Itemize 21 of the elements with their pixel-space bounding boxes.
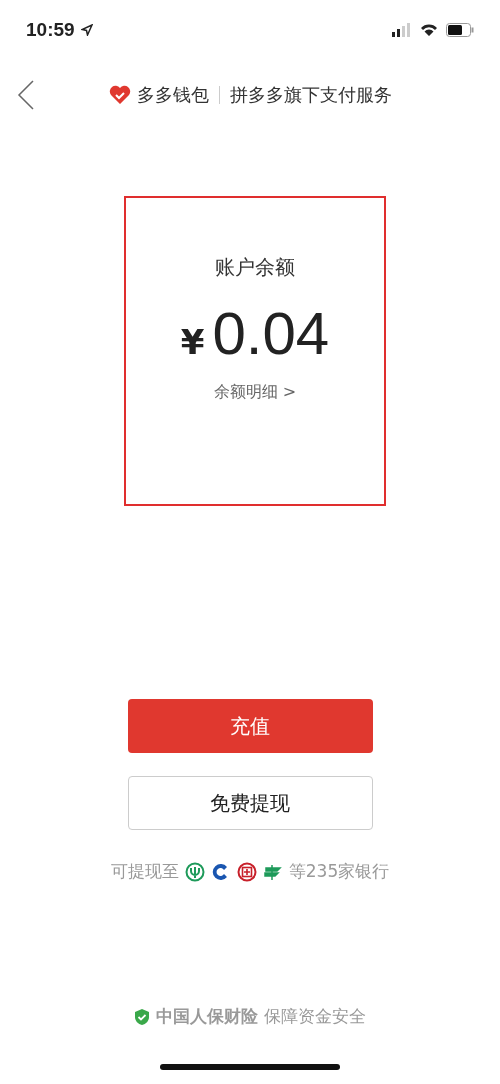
withdraw-note: 可提现至 — [110, 860, 179, 883]
status-time: 10:59 — [26, 19, 75, 41]
bank-logo-icon — [236, 861, 257, 882]
balance-amount: 0.04 — [212, 299, 330, 368]
heart-check-icon — [108, 85, 131, 105]
wifi-icon — [420, 23, 438, 37]
insurance-note: 中国人保财险 保障资金安全 — [156, 1005, 366, 1028]
balance-detail-link[interactable]: 余额明细 > — [213, 382, 297, 403]
battery-icon — [446, 23, 474, 37]
back-icon[interactable] — [16, 80, 36, 110]
balance-label: 账户余额 — [215, 254, 295, 281]
currency-symbol: ¥ — [180, 322, 205, 362]
shield-check-icon — [134, 1007, 151, 1026]
bank-logo-icon — [184, 861, 205, 882]
location-arrow-icon — [80, 24, 93, 36]
recharge-button[interactable]: 充值 — [127, 699, 373, 753]
brand-name: 多多钱包 — [136, 83, 209, 107]
nav-subtitle: 拼多多旗下支付服务 — [229, 83, 392, 107]
bank-count-text: 等235家银行 — [288, 860, 390, 883]
withdraw-button[interactable]: 免费提现 — [127, 776, 373, 830]
signal-icon — [392, 23, 412, 37]
